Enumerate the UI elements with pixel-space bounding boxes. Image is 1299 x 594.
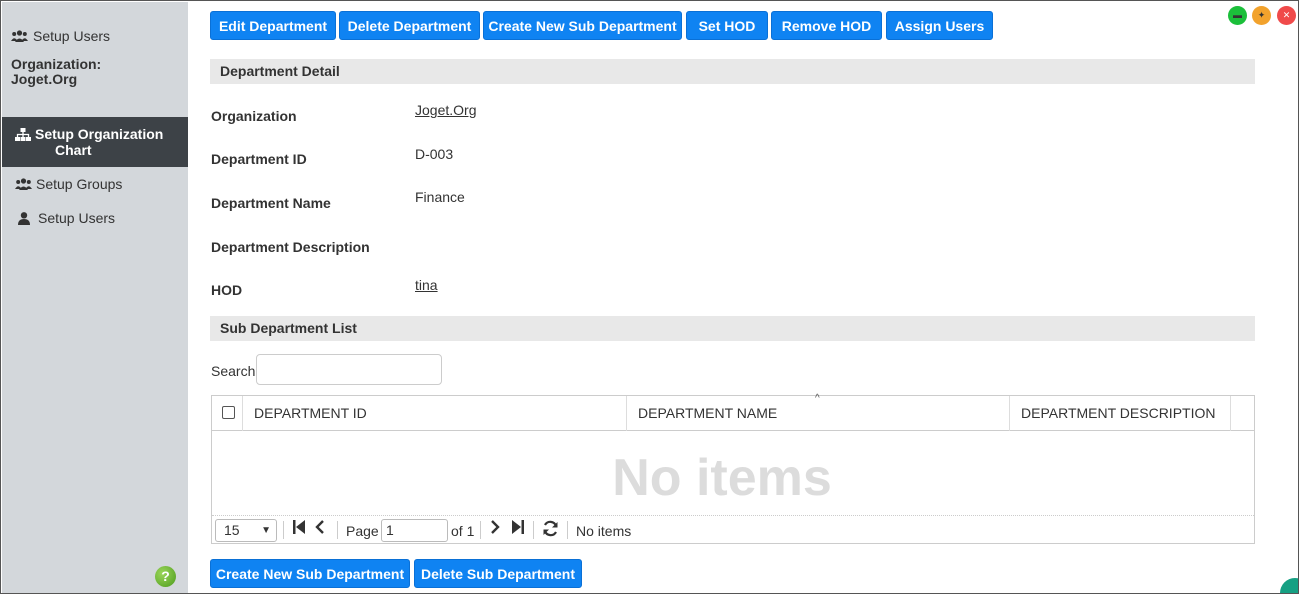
pin-icon[interactable]: ✦ xyxy=(1252,6,1271,25)
sub-department-table: DEPARTMENT ID DEPARTMENT NAME DEPARTMENT… xyxy=(211,393,1255,544)
pagination-bar: 15 ▼ Page 1 of 1 No items xyxy=(212,515,1254,543)
department-name-label: Department Name xyxy=(211,195,331,211)
sidebar-item-label: Setup Groups xyxy=(36,176,123,192)
divider xyxy=(283,521,284,539)
department-description-label: Department Description xyxy=(211,239,370,255)
organization-name: Joget.Org xyxy=(11,71,78,87)
select-all-checkbox[interactable] xyxy=(222,406,235,419)
set-hod-button[interactable]: Set HOD xyxy=(686,11,768,40)
sub-department-list-header: Sub Department List xyxy=(210,316,1255,341)
app-window: Setup Users Organization: Joget.Org Setu… xyxy=(0,0,1299,594)
sidebar-item-setup-organization-chart[interactable]: Setup Organization Chart xyxy=(2,117,188,167)
department-id-label: Department ID xyxy=(211,151,307,167)
sort-caret-icon: ^ xyxy=(815,393,820,404)
chat-widget-icon[interactable] xyxy=(1280,578,1298,593)
last-page-icon[interactable] xyxy=(511,520,524,540)
create-sub-department-bottom-button[interactable]: Create New Sub Department xyxy=(210,559,410,588)
chevron-down-icon: ▼ xyxy=(261,525,271,536)
remove-hod-button[interactable]: Remove HOD xyxy=(771,11,882,40)
assign-users-button[interactable]: Assign Users xyxy=(886,11,993,40)
page-count: of 1 xyxy=(451,523,475,539)
divider xyxy=(567,521,568,539)
search-label: Search xyxy=(211,363,256,379)
department-id-value: D-003 xyxy=(415,146,454,162)
sidebar-item-label-line2: Chart xyxy=(55,142,92,158)
search-input[interactable] xyxy=(256,354,442,385)
empty-state-label: No items xyxy=(612,449,832,507)
previous-page-icon[interactable] xyxy=(315,520,325,540)
sidebar-item-label: Setup Users xyxy=(38,210,116,226)
users-icon xyxy=(11,30,28,42)
divider xyxy=(480,521,481,539)
hod-link[interactable]: tina xyxy=(415,277,438,293)
table-header: DEPARTMENT ID DEPARTMENT NAME DEPARTMENT… xyxy=(212,393,1254,431)
department-detail-header: Department Detail xyxy=(210,59,1255,84)
help-icon[interactable]: ? xyxy=(155,566,176,587)
user-icon xyxy=(18,211,30,225)
sidebar-header-label: Setup Users xyxy=(33,28,111,44)
organization-label: Organization: xyxy=(11,56,102,72)
sidebar-item-setup-groups[interactable]: Setup Groups xyxy=(2,175,188,193)
column-department-id[interactable]: DEPARTMENT ID xyxy=(243,396,627,431)
maximize-icon[interactable]: ▬ xyxy=(1228,6,1247,25)
next-page-icon[interactable] xyxy=(490,520,500,540)
page-number-input[interactable]: 1 xyxy=(381,519,448,542)
first-page-icon[interactable] xyxy=(293,520,306,540)
refresh-icon[interactable] xyxy=(542,520,559,543)
sidebar-item-label-line1: Setup Organization xyxy=(35,126,164,142)
department-name-value: Finance xyxy=(415,189,465,205)
close-icon[interactable]: ✕ xyxy=(1277,6,1296,25)
delete-department-button[interactable]: Delete Department xyxy=(339,11,480,40)
organization-link[interactable]: Joget.Org xyxy=(415,102,476,118)
users-icon xyxy=(15,178,32,190)
sitemap-icon xyxy=(15,128,31,141)
sidebar-header: Setup Users xyxy=(11,28,110,44)
sidebar: Setup Users Organization: Joget.Org Setu… xyxy=(2,2,188,593)
pagination-status: No items xyxy=(576,523,632,539)
empty-state-text: No items xyxy=(212,448,1298,508)
column-department-description[interactable]: DEPARTMENT DESCRIPTION xyxy=(1010,396,1231,431)
edit-department-button[interactable]: Edit Department xyxy=(210,11,336,40)
divider xyxy=(337,521,338,539)
organization-label: Organization xyxy=(211,108,297,124)
page-size-value: 15 xyxy=(224,522,240,538)
page-label: Page xyxy=(346,523,379,539)
sidebar-item-setup-users[interactable]: Setup Users xyxy=(2,209,188,227)
delete-sub-department-button[interactable]: Delete Sub Department xyxy=(414,559,582,588)
sidebar-item-label: Setup Organization Chart xyxy=(35,126,163,158)
divider xyxy=(533,521,534,539)
create-sub-department-button[interactable]: Create New Sub Department xyxy=(483,11,682,40)
page-size-select[interactable]: 15 ▼ xyxy=(215,519,277,542)
hod-label: HOD xyxy=(211,282,243,298)
organization-info: Organization: Joget.Org xyxy=(11,57,161,87)
select-all-cell xyxy=(212,396,243,431)
